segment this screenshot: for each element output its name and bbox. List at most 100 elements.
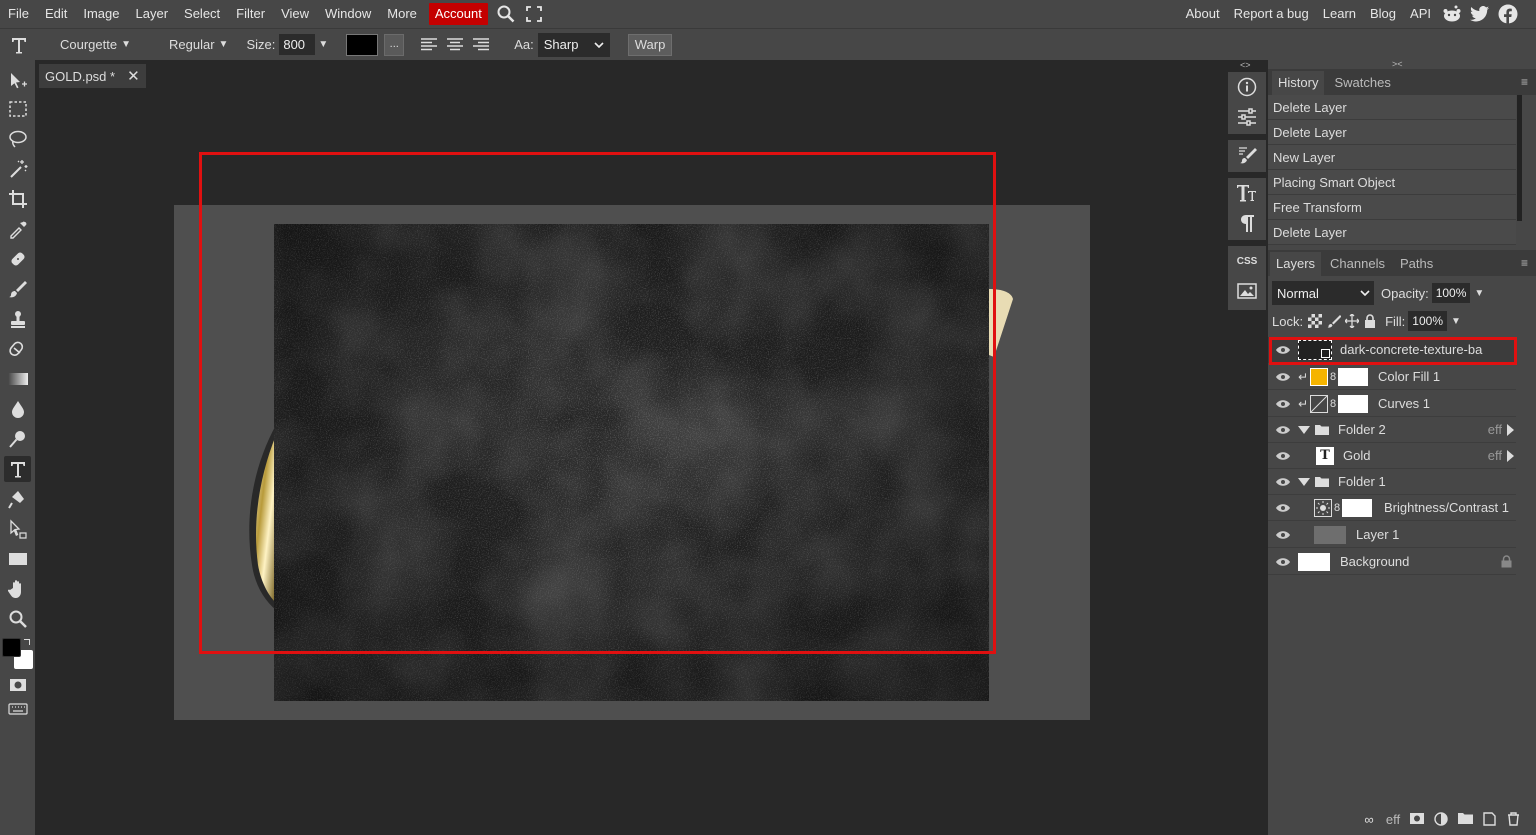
layer-row[interactable]: ↵ 8 Color Fill 1 <box>1268 364 1516 390</box>
tab-layers[interactable]: Layers <box>1270 252 1322 276</box>
eye-icon[interactable] <box>1268 530 1298 540</box>
hand-tool-icon[interactable] <box>4 576 31 602</box>
chevron-down-icon[interactable]: ▼ <box>318 39 328 50</box>
tab-paths[interactable]: Paths <box>1394 252 1439 276</box>
keyboard-icon[interactable] <box>4 696 31 722</box>
search-icon[interactable] <box>492 0 520 28</box>
eye-icon[interactable] <box>1268 372 1298 382</box>
image-icon[interactable] <box>1228 276 1266 306</box>
css-icon[interactable]: CSS <box>1228 246 1266 276</box>
paragraph-icon[interactable] <box>1228 208 1266 238</box>
layer-row[interactable]: Folder 2 eff <box>1268 417 1516 443</box>
expand-effects-icon[interactable] <box>1507 423 1514 436</box>
document-tab[interactable]: GOLD.psd * ✕ <box>39 64 146 88</box>
magic-wand-tool-icon[interactable] <box>4 156 31 182</box>
blend-mode-select[interactable]: Normal <box>1272 281 1374 305</box>
rectangle-tool-icon[interactable] <box>4 546 31 572</box>
eye-icon[interactable] <box>1268 451 1298 461</box>
eyedropper-tool-icon[interactable] <box>4 216 31 242</box>
marquee-tool-icon[interactable] <box>4 96 31 122</box>
layer-row[interactable]: Folder 1 <box>1268 469 1516 495</box>
menu-about[interactable]: About <box>1179 0 1227 28</box>
history-item[interactable]: New Layer <box>1268 145 1516 170</box>
align-right-icon[interactable] <box>468 34 494 56</box>
pen-tool-icon[interactable] <box>4 486 31 512</box>
more-options-button[interactable]: ... <box>384 33 405 56</box>
new-layer-icon[interactable] <box>1480 812 1498 829</box>
adjustments-icon[interactable] <box>1228 102 1266 132</box>
crop-tool-icon[interactable] <box>4 186 31 212</box>
font-style-dropdown[interactable]: Regular ▼ <box>169 37 228 52</box>
account-button[interactable]: Account <box>428 3 488 25</box>
brush-settings-icon[interactable] <box>1228 140 1266 170</box>
facebook-icon[interactable] <box>1494 0 1522 28</box>
reddit-icon[interactable] <box>1438 0 1466 28</box>
antialias-select[interactable]: Sharp <box>537 32 610 57</box>
collapse-arrows-icon[interactable]: <> <box>1240 60 1251 70</box>
link-layers-icon[interactable]: ∞ <box>1360 812 1378 829</box>
menu-window[interactable]: Window <box>317 0 379 28</box>
lasso-tool-icon[interactable] <box>4 126 31 152</box>
menu-learn[interactable]: Learn <box>1316 0 1363 28</box>
add-mask-icon[interactable] <box>1408 812 1426 829</box>
healing-brush-tool-icon[interactable] <box>4 246 31 272</box>
tab-history[interactable]: History <box>1272 71 1325 95</box>
fill-input[interactable]: 100% <box>1408 311 1447 331</box>
swap-colors-icon[interactable] <box>24 639 30 645</box>
history-item[interactable]: Delete Layer <box>1268 95 1516 120</box>
expand-effects-icon[interactable] <box>1507 449 1514 462</box>
menu-select[interactable]: Select <box>176 0 228 28</box>
eye-icon[interactable] <box>1268 425 1298 435</box>
lock-position-icon[interactable] <box>1345 314 1360 328</box>
chevron-down-icon[interactable]: ▼ <box>1474 288 1484 299</box>
quick-mask-icon[interactable] <box>4 672 31 698</box>
move-tool-icon[interactable] <box>4 68 31 94</box>
info-icon[interactable] <box>1228 72 1266 102</box>
foreground-color-swatch[interactable] <box>2 638 21 657</box>
path-select-tool-icon[interactable] <box>4 516 31 542</box>
layer-row[interactable]: 8 Brightness/Contrast 1 <box>1268 495 1516 521</box>
character-icon[interactable] <box>1228 178 1266 208</box>
twitter-icon[interactable] <box>1466 0 1494 28</box>
layer-row[interactable]: ↵ 8 Curves 1 <box>1268 391 1516 417</box>
close-icon[interactable]: ✕ <box>127 67 140 85</box>
align-left-icon[interactable] <box>416 34 442 56</box>
type-tool-icon[interactable] <box>4 456 31 482</box>
menu-layer[interactable]: Layer <box>128 0 177 28</box>
expand-triangle-icon[interactable] <box>1298 425 1310 434</box>
adjustment-layer-icon[interactable] <box>1432 812 1450 829</box>
fullscreen-icon[interactable] <box>520 0 548 28</box>
menu-blog[interactable]: Blog <box>1363 0 1403 28</box>
clone-stamp-tool-icon[interactable] <box>4 306 31 332</box>
text-color-swatch[interactable] <box>346 33 379 56</box>
menu-edit[interactable]: Edit <box>37 0 75 28</box>
trash-icon[interactable] <box>1504 812 1522 829</box>
menu-image[interactable]: Image <box>75 0 127 28</box>
eraser-tool-icon[interactable] <box>4 336 31 362</box>
menu-more[interactable]: More <box>379 0 425 28</box>
menu-view[interactable]: View <box>273 0 317 28</box>
chevron-down-icon[interactable]: ▼ <box>1451 316 1461 327</box>
history-item[interactable]: Delete Layer <box>1268 220 1516 245</box>
tab-channels[interactable]: Channels <box>1324 252 1391 276</box>
lock-all-icon[interactable] <box>1364 314 1376 328</box>
history-item[interactable]: Delete Layer <box>1268 120 1516 145</box>
align-center-icon[interactable] <box>442 34 468 56</box>
layer-row[interactable]: T Gold eff <box>1268 443 1516 469</box>
gradient-tool-icon[interactable] <box>4 366 31 392</box>
panel-menu-icon[interactable]: ≡ <box>1521 256 1528 270</box>
opacity-input[interactable]: 100% <box>1431 283 1471 303</box>
warp-button[interactable]: Warp <box>627 33 673 56</box>
layer-effects-button[interactable]: eff <box>1384 812 1402 829</box>
dodge-tool-icon[interactable] <box>4 426 31 452</box>
layer-row[interactable]: Layer 1 <box>1268 522 1516 548</box>
eye-icon[interactable] <box>1268 399 1298 409</box>
expand-triangle-icon[interactable] <box>1298 477 1310 486</box>
layer-row[interactable]: Background <box>1268 549 1516 575</box>
menu-report-bug[interactable]: Report a bug <box>1227 0 1316 28</box>
foreground-background-colors[interactable] <box>2 638 34 670</box>
lock-transparency-icon[interactable] <box>1308 314 1323 328</box>
panel-menu-icon[interactable]: ≡ <box>1521 75 1528 89</box>
font-family-dropdown[interactable]: Courgette ▼ <box>60 37 131 52</box>
menu-filter[interactable]: Filter <box>228 0 273 28</box>
